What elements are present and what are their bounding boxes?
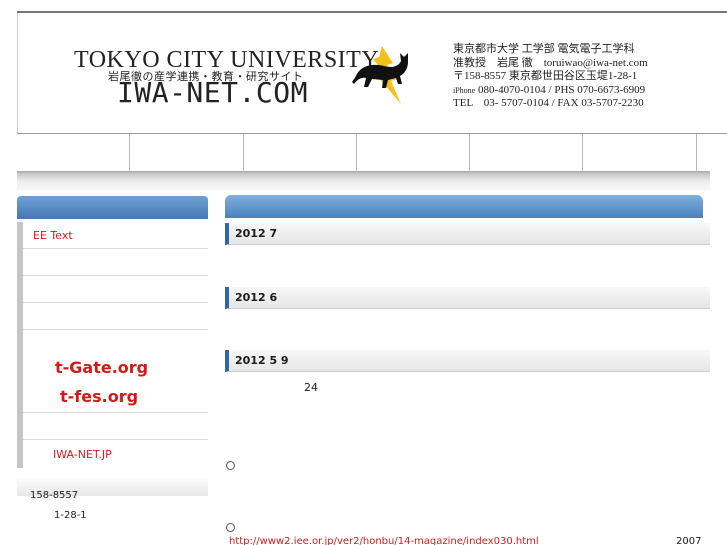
sidebar-item-ee-text[interactable]: EE Text: [23, 222, 208, 249]
nav-shadow-bar: [17, 171, 710, 191]
ieej-magazine-link[interactable]: http://www2.iee.or.jp/ver2/honbu/14-maga…: [229, 536, 539, 545]
main-content-header: [225, 195, 703, 218]
bullet-circle-icon: [226, 461, 235, 470]
news-body-text: 24: [304, 381, 318, 394]
year-label: 2007: [676, 536, 702, 545]
nav-item-7[interactable]: [696, 134, 727, 171]
sidebar-item-4[interactable]: [23, 303, 208, 330]
sidebar-item-iwa-net-jp[interactable]: IWA-NET.JP: [23, 440, 208, 468]
contact-line-email: 准教授 岩尾 徹 toruiwao@iwa-net.com: [453, 56, 648, 69]
sidebar-item-2[interactable]: [23, 249, 208, 276]
contact-line-department: 東京都市大学 工学部 電気電子工学科: [453, 43, 635, 55]
cat-lightning-icon: [352, 46, 408, 104]
news-date: 2012 6: [235, 291, 278, 304]
address-zip: 158-8557: [30, 490, 79, 501]
news-heading: 2012 6: [225, 287, 710, 309]
sidebar-item-t-fes[interactable]: t-fes.org: [23, 386, 208, 413]
news-heading: 2012 5 9: [225, 350, 710, 372]
contact-line-address: 〒158-8557 東京都世田谷区玉堤1-28-1: [453, 70, 638, 83]
nav-item-4[interactable]: [356, 134, 471, 171]
nav-item-5[interactable]: [470, 134, 584, 171]
news-date: 2012 7: [235, 227, 278, 240]
news-heading: 2012 7: [225, 223, 710, 245]
address-street: 1-28-1: [54, 510, 87, 521]
logo-site-name[interactable]: IWA-NET.COM: [117, 76, 308, 109]
news-date: 2012 5 9: [235, 354, 289, 367]
contact-info: 東京都市大学 工学部 電気電子工学科 准教授 岩尾 徹 toruiwao@iwa…: [453, 43, 648, 111]
nav-item-6[interactable]: [583, 134, 697, 171]
contact-line-tel-fax: TEL 03- 5707-0104 / FAX 03-5707-2230: [453, 97, 644, 110]
sidebar-item-label[interactable]: EE Text: [33, 229, 73, 242]
main-nav: [17, 133, 727, 171]
t-gate-link[interactable]: t-Gate.org: [55, 358, 148, 377]
iwa-net-jp-link[interactable]: IWA-NET.JP: [53, 448, 112, 461]
sidebar-item-7[interactable]: [23, 413, 208, 440]
contact-line-phone: iPhone 080-4070-0104 / PHS 070-6673-6909: [453, 84, 648, 98]
sidebar-item-t-gate[interactable]: t-Gate.org: [23, 330, 208, 386]
bullet-circle-icon: [226, 523, 235, 532]
sidebar-header: [17, 196, 208, 219]
t-fes-link[interactable]: t-fes.org: [60, 387, 138, 406]
sidebar-menu: EE Text t-Gate.org t-fes.org IWA-NET.JP: [17, 222, 208, 468]
nav-item-2[interactable]: [130, 134, 244, 171]
phone-numbers: 080-4070-0104 / PHS 070-6673-6909: [475, 83, 646, 96]
nav-item-1[interactable]: [17, 134, 131, 171]
sidebar-item-3[interactable]: [23, 276, 208, 303]
nav-item-3[interactable]: [243, 134, 357, 171]
iphone-label: iPhone: [453, 85, 476, 95]
